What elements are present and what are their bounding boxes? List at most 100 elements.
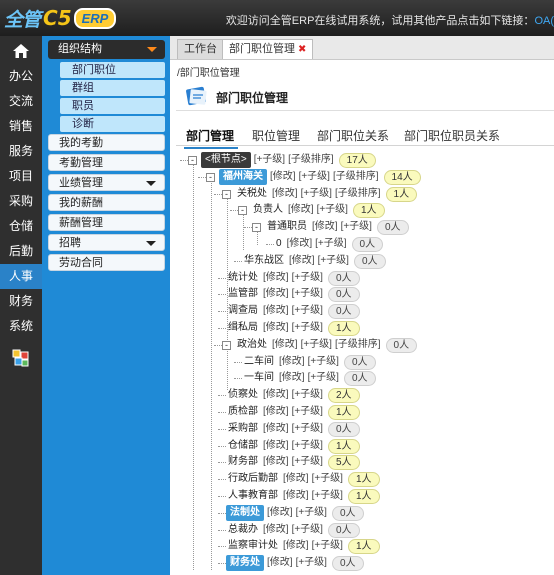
tree-node-name[interactable]: 人事教育部 — [226, 488, 280, 504]
tree-node-name[interactable]: 一车间 — [242, 370, 276, 386]
edit-link[interactable]: [修改] — [267, 505, 293, 521]
add-child-link[interactable]: [+子级] — [296, 505, 327, 521]
tree-node-name[interactable]: 质检部 — [226, 404, 260, 420]
palette-icon[interactable] — [0, 345, 42, 371]
edit-link[interactable]: [修改] — [263, 387, 289, 403]
home-icon[interactable] — [0, 38, 42, 64]
tree-node-name[interactable]: 监察审计处 — [226, 538, 280, 554]
module-finance[interactable]: 财务 — [0, 289, 42, 314]
tree-node-name[interactable]: 华东战区 — [242, 253, 286, 269]
add-child-link[interactable]: [+子级] — [341, 219, 372, 235]
tree-node-name[interactable]: <根节点> — [201, 152, 251, 168]
module-system[interactable]: 系统 — [0, 314, 42, 339]
edit-link[interactable]: [修改] — [267, 555, 293, 571]
tree-node-name[interactable]: 统计处 — [226, 270, 260, 286]
edit-link[interactable]: [修改] — [283, 538, 309, 554]
tab-workbench[interactable]: 工作台 — [177, 39, 224, 59]
module-purchase[interactable]: 采购 — [0, 189, 42, 214]
edit-link[interactable]: [修改] — [263, 286, 289, 302]
tree-node-name[interactable]: 总裁办 — [226, 522, 260, 538]
sort-children-link[interactable]: [子级排序] — [333, 169, 379, 185]
edit-link[interactable]: [修改] — [288, 202, 314, 218]
module-logistics[interactable]: 后勤 — [0, 239, 42, 264]
tree-node-name[interactable]: 调查局 — [226, 303, 260, 319]
menu-org-structure[interactable]: 组织结构 — [48, 40, 165, 59]
edit-link[interactable]: [修改] — [279, 354, 305, 370]
sort-children-link[interactable]: [子级排序] — [335, 186, 381, 202]
edit-link[interactable]: [修改] — [312, 219, 338, 235]
module-hr[interactable]: 人事 — [0, 264, 42, 289]
tree-node-name[interactable]: 财务部 — [226, 454, 260, 470]
add-child-link[interactable]: [+子级] — [315, 236, 346, 252]
tree-node-name[interactable]: 法制处 — [226, 505, 264, 521]
edit-link[interactable]: [修改] — [270, 169, 296, 185]
menu-dept-position[interactable]: 部门职位 — [60, 62, 165, 78]
add-child-link[interactable]: [+子级] — [292, 303, 323, 319]
edit-link[interactable]: [修改] — [263, 522, 289, 538]
menu-salary-mgmt[interactable]: 薪酬管理 — [48, 214, 165, 231]
menu-performance-mgmt[interactable]: 业绩管理 — [48, 174, 165, 191]
module-communication[interactable]: 交流 — [0, 89, 42, 114]
add-child-link[interactable]: [+子级] — [292, 454, 323, 470]
collapse-toggle-icon[interactable]: - — [222, 340, 231, 350]
tree-node-name[interactable]: 关税处 — [235, 186, 269, 202]
edit-link[interactable]: [修改] — [263, 454, 289, 470]
add-child-link[interactable]: [+子级] — [299, 169, 330, 185]
add-child-link[interactable]: [+子级] — [292, 522, 323, 538]
tab-dept-position-mgmt[interactable]: 部门职位管理 ✖ — [222, 39, 314, 59]
add-child-link[interactable]: [+子级] — [312, 471, 343, 487]
tree-node-name[interactable]: 侦察处 — [226, 387, 260, 403]
add-child-link[interactable]: [+子级] — [292, 404, 323, 420]
edit-link[interactable]: [修改] — [263, 320, 289, 336]
add-child-link[interactable]: [+子级] — [254, 152, 285, 168]
tree-node-name[interactable]: 福州海关 — [219, 169, 267, 185]
tab-dept-mgmt[interactable]: 部门管理 — [183, 127, 239, 149]
add-child-link[interactable]: [+子级] — [292, 270, 323, 286]
tree-node-name[interactable]: 监管部 — [226, 286, 260, 302]
tree-node-name[interactable]: 二车间 — [242, 354, 276, 370]
module-sales[interactable]: 销售 — [0, 114, 42, 139]
edit-link[interactable]: [修改] — [263, 404, 289, 420]
collapse-toggle-icon[interactable]: - — [238, 205, 247, 215]
sort-children-link[interactable]: [子级排序] — [288, 152, 334, 168]
edit-link[interactable]: [修改] — [283, 471, 309, 487]
add-child-link[interactable]: [+子级] — [301, 186, 332, 202]
sort-children-link[interactable]: [子级排序] — [335, 337, 381, 353]
close-icon[interactable]: ✖ — [298, 44, 306, 55]
edit-link[interactable]: [修改] — [283, 488, 309, 504]
tree-node-name[interactable]: 仓储部 — [226, 438, 260, 454]
add-child-link[interactable]: [+子级] — [292, 286, 323, 302]
collapse-toggle-icon[interactable]: - — [252, 222, 261, 232]
edit-link[interactable]: [修改] — [272, 337, 298, 353]
tree-node-name[interactable]: 财务处 — [226, 555, 264, 571]
tree-node-name[interactable]: 采购部 — [226, 421, 260, 437]
add-child-link[interactable]: [+子级] — [296, 555, 327, 571]
edit-link[interactable]: [修改] — [287, 236, 313, 252]
menu-group[interactable]: 群组 — [60, 80, 165, 96]
add-child-link[interactable]: [+子级] — [301, 337, 332, 353]
tab-position-mgmt[interactable]: 职位管理 — [252, 127, 300, 144]
add-child-link[interactable]: [+子级] — [292, 438, 323, 454]
module-warehouse[interactable]: 仓储 — [0, 214, 42, 239]
module-office[interactable]: 办公 — [0, 64, 42, 89]
menu-diagnosis[interactable]: 诊断 — [60, 116, 165, 132]
tree-node-name[interactable]: 行政后勤部 — [226, 471, 280, 487]
tree-node-name[interactable]: 缉私局 — [226, 320, 260, 336]
menu-recruitment[interactable]: 招聘 — [48, 234, 165, 251]
menu-labor-contract[interactable]: 劳动合同 — [48, 254, 165, 271]
add-child-link[interactable]: [+子级] — [308, 354, 339, 370]
add-child-link[interactable]: [+子级] — [308, 370, 339, 386]
edit-link[interactable]: [修改] — [263, 270, 289, 286]
edit-link[interactable]: [修改] — [279, 370, 305, 386]
tree-node-name[interactable]: 政治处 — [235, 337, 269, 353]
menu-my-salary[interactable]: 我的薪酬 — [48, 194, 165, 211]
add-child-link[interactable]: [+子级] — [318, 253, 349, 269]
tree-node-name[interactable]: 负责人 — [251, 202, 285, 218]
add-child-link[interactable]: [+子级] — [312, 488, 343, 504]
tab-dept-position-employee-relation[interactable]: 部门职位职员关系 — [404, 127, 500, 144]
add-child-link[interactable]: [+子级] — [292, 421, 323, 437]
module-service[interactable]: 服务 — [0, 139, 42, 164]
tree-node-name[interactable]: 0 — [274, 236, 284, 252]
edit-link[interactable]: [修改] — [263, 438, 289, 454]
collapse-toggle-icon[interactable]: - — [222, 189, 231, 199]
